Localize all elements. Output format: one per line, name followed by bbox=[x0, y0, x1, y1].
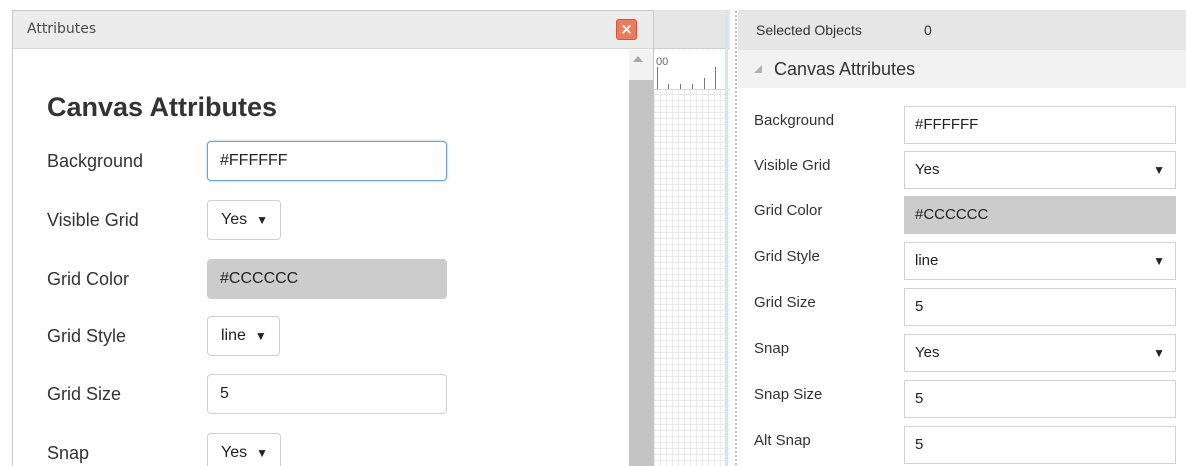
visible-grid-label: Visible Grid bbox=[47, 210, 139, 230]
grid-style-select[interactable]: line ▼ bbox=[207, 316, 280, 356]
ruler-tick bbox=[715, 67, 716, 89]
dialog-row-grid-size: Grid Size 5 bbox=[13, 374, 629, 414]
grid-size-label: Grid Size bbox=[47, 384, 122, 404]
snap-size-label: Snap Size bbox=[754, 386, 823, 403]
caret-down-icon: ▼ bbox=[254, 329, 267, 343]
panel-row-grid-size: Grid Size 5 bbox=[738, 284, 1186, 326]
dialog-body: Canvas Attributes Background #FFFFFF Vis… bbox=[13, 50, 629, 466]
grid-style-label: Grid Style bbox=[754, 248, 820, 265]
horizontal-ruler: 00 bbox=[654, 50, 730, 90]
canvas-edge-line bbox=[725, 10, 728, 466]
caret-down-icon: ▼ bbox=[1153, 254, 1165, 268]
canvas-area[interactable]: 00 bbox=[654, 10, 730, 466]
background-input[interactable]: #FFFFFF bbox=[904, 106, 1176, 144]
grid-color-input: #CCCCCC bbox=[904, 196, 1176, 234]
grid-color-input: #CCCCCC bbox=[207, 259, 447, 299]
section-title: Canvas Attributes bbox=[774, 59, 916, 79]
canvas-attributes-section[interactable]: Canvas Attributes bbox=[738, 50, 1186, 88]
grid-size-input[interactable]: 5 bbox=[904, 288, 1176, 326]
grid-style-select[interactable]: line ▼ bbox=[904, 242, 1176, 280]
snap-label: Snap bbox=[47, 443, 90, 463]
caret-down-icon: ▼ bbox=[256, 213, 268, 227]
snap-select[interactable]: Yes ▼ bbox=[207, 433, 281, 466]
visible-grid-value: Yes bbox=[221, 211, 248, 228]
scroll-thumb[interactable] bbox=[629, 80, 653, 466]
ruler-tick bbox=[704, 78, 705, 89]
dialog-titlebar[interactable]: Attributes × bbox=[13, 11, 653, 49]
panel-row-background: Background #FFFFFF bbox=[738, 102, 1186, 144]
dialog-row-snap: Snap Yes ▼ bbox=[13, 433, 629, 466]
selected-objects-label: Selected Objects bbox=[756, 22, 862, 38]
grid-style-value: line bbox=[221, 327, 246, 344]
caret-down-icon: ▼ bbox=[1153, 163, 1165, 177]
collapse-triangle-icon[interactable] bbox=[754, 65, 762, 73]
caret-down-icon: ▼ bbox=[256, 446, 268, 460]
grid-size-input[interactable]: 5 bbox=[207, 374, 447, 414]
selected-objects-count: 0 bbox=[924, 22, 932, 38]
dialog-row-visible-grid: Visible Grid Yes ▼ bbox=[13, 200, 629, 240]
close-icon[interactable]: × bbox=[616, 19, 637, 40]
ruler-tick bbox=[657, 67, 658, 89]
panel-row-grid-color: Grid Color #CCCCCC bbox=[738, 192, 1186, 234]
dialog-scrollbar[interactable] bbox=[629, 50, 653, 466]
visible-grid-select[interactable]: Yes ▼ bbox=[207, 200, 281, 240]
snap-label: Snap bbox=[754, 340, 790, 357]
selected-objects-header: Selected Objects 0 bbox=[738, 10, 1186, 50]
ruler-tick bbox=[680, 84, 681, 89]
panel-row-snap: Snap Yes ▼ bbox=[738, 330, 1186, 372]
ruler-tick bbox=[668, 84, 669, 89]
alt-snap-label: Alt Snap bbox=[754, 432, 811, 449]
dialog-row-grid-color: Grid Color #CCCCCC bbox=[13, 259, 629, 299]
visible-grid-label: Visible Grid bbox=[754, 157, 831, 174]
panel-row-grid-style: Grid Style line ▼ bbox=[738, 238, 1186, 280]
alt-snap-input[interactable]: 5 bbox=[904, 426, 1176, 464]
scroll-up-icon[interactable] bbox=[633, 56, 643, 62]
visible-grid-select[interactable]: Yes ▼ bbox=[904, 151, 1176, 189]
dialog-row-grid-style: Grid Style line ▼ bbox=[13, 316, 629, 356]
background-label: Background bbox=[47, 151, 144, 171]
grid-color-label: Grid Color bbox=[47, 269, 130, 289]
dialog-row-background: Background #FFFFFF bbox=[13, 141, 629, 181]
snap-value: Yes bbox=[915, 344, 940, 361]
canvas-toolbar bbox=[654, 10, 730, 49]
grid-style-value: line bbox=[915, 252, 939, 269]
panel-row-snap-size: Snap Size 5 bbox=[738, 376, 1186, 418]
grid-style-label: Grid Style bbox=[47, 326, 127, 346]
snap-value: Yes bbox=[221, 444, 248, 461]
snap-select[interactable]: Yes ▼ bbox=[904, 334, 1176, 372]
ruler-tick bbox=[692, 84, 693, 89]
grid-color-label: Grid Color bbox=[754, 202, 823, 219]
visible-grid-value: Yes bbox=[915, 161, 940, 178]
background-label: Background bbox=[754, 112, 835, 129]
grid-size-label: Grid Size bbox=[754, 294, 816, 311]
panel-row-alt-snap: Alt Snap 5 bbox=[738, 422, 1186, 464]
properties-panel: Selected Objects 0 Canvas Attributes Bac… bbox=[734, 10, 1186, 466]
attributes-dialog: Attributes × Canvas Attributes Backgroun… bbox=[12, 10, 654, 466]
dialog-title: Attributes bbox=[27, 21, 97, 37]
background-input[interactable]: #FFFFFF bbox=[207, 141, 447, 181]
panel-row-visible-grid: Visible Grid Yes ▼ bbox=[738, 147, 1186, 189]
caret-down-icon: ▼ bbox=[1153, 346, 1165, 360]
snap-size-input[interactable]: 5 bbox=[904, 380, 1176, 418]
dialog-heading: Canvas Attributes bbox=[47, 92, 278, 122]
